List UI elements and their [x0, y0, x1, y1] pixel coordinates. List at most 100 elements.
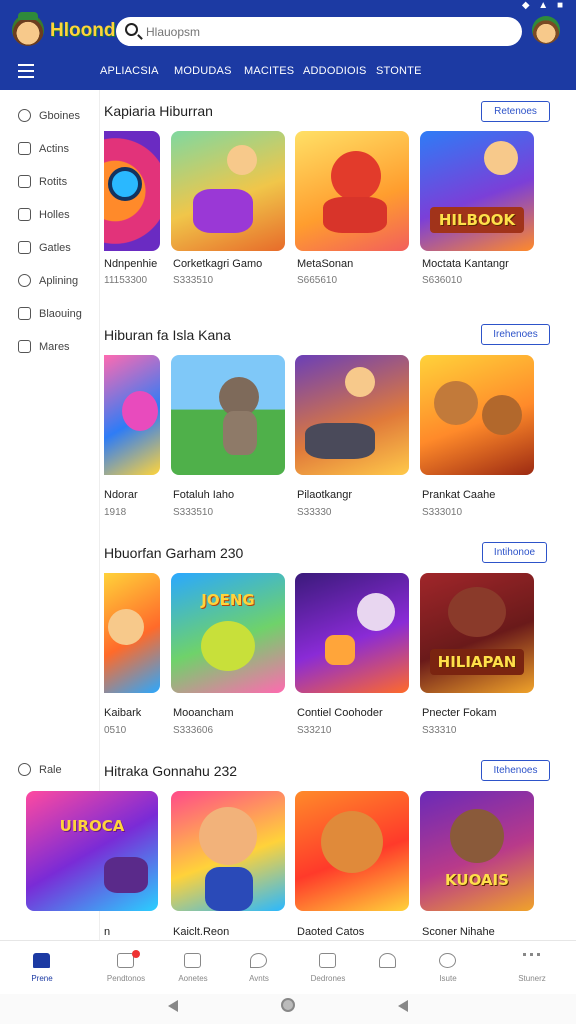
game-banner-text: HILIAPAN — [430, 649, 524, 675]
home-icon — [33, 953, 50, 968]
nav-dedrones[interactable]: Dedrones — [298, 947, 358, 991]
tab-stonte[interactable]: STONTE — [376, 65, 422, 77]
game-thumbnail[interactable] — [104, 355, 160, 475]
game-thumbnail[interactable]: KUOAIS — [420, 791, 534, 911]
section-title: Kapiaria Hiburran — [104, 103, 213, 119]
sidebar-item-label: Holles — [39, 209, 70, 221]
game-title[interactable]: n — [104, 926, 110, 938]
settings-icon — [18, 340, 31, 353]
back-icon[interactable] — [168, 1000, 178, 1012]
game-thumbnail[interactable]: UIROCA — [26, 791, 158, 911]
game-title[interactable]: Fotaluh Iaho — [173, 489, 234, 501]
see-all-button[interactable]: Retenoes — [481, 101, 550, 122]
section-title: Hitraka Gonnahu 232 — [104, 763, 238, 779]
smile-icon — [18, 274, 31, 287]
nav-aonetes[interactable]: Aonetes — [163, 947, 223, 991]
menu-icon[interactable] — [18, 64, 34, 78]
see-all-button[interactable]: Irehenoes — [481, 324, 550, 345]
game-title[interactable]: Ndorar — [104, 489, 138, 501]
pin-icon — [250, 953, 267, 968]
game-title[interactable]: Sconer Nihahe — [422, 926, 495, 938]
chat-icon — [18, 142, 31, 155]
app-header: Hloonde — [0, 12, 576, 54]
game-title[interactable]: Moctata Kantangr — [422, 258, 509, 270]
game-thumbnail[interactable] — [171, 355, 285, 475]
game-thumbnail[interactable]: HILBOOK — [420, 131, 534, 251]
info-icon — [439, 953, 456, 968]
sidebar-item-label: Rale — [39, 764, 62, 776]
tab-macites[interactable]: MACITES — [244, 65, 294, 77]
nav-alerts[interactable] — [358, 947, 418, 991]
game-thumbnail[interactable] — [420, 355, 534, 475]
game-title[interactable]: MetaSonan — [297, 258, 353, 270]
nav-pendtonos[interactable]: Pendtonos — [96, 947, 156, 991]
search-bar[interactable] — [116, 17, 522, 46]
see-all-button[interactable]: Itehenoes — [481, 760, 550, 781]
game-thumbnail[interactable] — [295, 131, 409, 251]
sidebar-item-mares[interactable]: Mares — [18, 339, 98, 359]
game-meta: S33310 — [422, 725, 457, 736]
game-title[interactable]: Corketkagri Gamo — [173, 258, 262, 270]
game-title[interactable]: Kaibark — [104, 707, 141, 719]
game-meta: S665610 — [297, 275, 338, 286]
game-title[interactable]: Mooancham — [173, 707, 234, 719]
game-title[interactable]: Contiel Coohoder — [297, 707, 383, 719]
notification-badge — [132, 950, 140, 958]
sidebar-item-holles[interactable]: Holles — [18, 207, 98, 227]
search-icon — [18, 763, 31, 776]
game-meta: S33330 — [297, 507, 332, 518]
nav-label: Avnts — [249, 974, 269, 983]
nav-home[interactable]: Prene — [12, 947, 72, 991]
home-button-icon[interactable] — [281, 998, 295, 1012]
tab-addodiois[interactable]: ADDODIOIS — [303, 65, 367, 77]
sidebar-item-label: Rotits — [39, 176, 68, 188]
game-thumbnail[interactable] — [104, 573, 160, 693]
game-title[interactable]: Pnecter Fokam — [422, 707, 497, 719]
nav-label: Isute — [439, 974, 457, 983]
tab-apliacsia[interactable]: APLIACSIA — [100, 65, 159, 77]
sidebar-item-rale[interactable]: Rale — [18, 762, 98, 782]
game-thumbnail[interactable]: JOENG — [171, 573, 285, 693]
game-title[interactable]: Prankat Caahe — [422, 489, 495, 501]
game-meta: S333606 — [173, 725, 214, 736]
category-nav: APLIACSIA MODUDAS MACITES ADDODIOIS STON… — [0, 54, 576, 90]
nav-isute[interactable]: Isute — [418, 947, 478, 991]
game-thumbnail[interactable] — [171, 791, 285, 911]
bell-icon — [379, 953, 396, 968]
game-meta: S333510 — [173, 507, 214, 518]
sidebar-item-blaouing[interactable]: Blaouing — [18, 306, 98, 326]
card-icon — [18, 241, 31, 254]
sidebar-item-gboines[interactable]: Gboines — [18, 108, 98, 128]
game-thumbnail[interactable] — [295, 355, 409, 475]
status-icons: ◆ ▲ ■ — [521, 0, 566, 11]
game-title[interactable]: Daoted Catos — [297, 926, 364, 938]
see-all-button[interactable]: Intihonoe — [482, 542, 547, 563]
game-thumbnail[interactable] — [295, 573, 409, 693]
nav-label: Stunerz — [518, 974, 546, 983]
sidebar-item-actins[interactable]: Actins — [18, 141, 98, 161]
sidebar-item-gatles[interactable]: Gatles — [18, 240, 98, 260]
app-logo-text: Hloonde — [50, 20, 126, 41]
game-meta: 0510 — [104, 725, 127, 736]
game-thumbnail[interactable] — [295, 791, 409, 911]
sidebar-item-label: Blaouing — [39, 308, 82, 320]
game-thumbnail[interactable] — [104, 131, 160, 251]
game-thumbnail[interactable] — [171, 131, 285, 251]
sidebar-item-aplining[interactable]: Aplining — [18, 273, 98, 293]
recent-apps-icon[interactable] — [398, 1000, 408, 1012]
tab-modudas[interactable]: MODUDAS — [174, 65, 232, 77]
sidebar-item-rotits[interactable]: Rotits — [18, 174, 98, 194]
search-input[interactable] — [146, 21, 506, 42]
nav-avnts[interactable]: Avnts — [229, 947, 289, 991]
nav-stunerz[interactable]: Stunerz — [502, 947, 562, 991]
game-title[interactable]: Ndnpenhie — [104, 258, 157, 270]
status-bar: ◆ ▲ ■ — [0, 0, 576, 12]
game-title[interactable]: Kaiclt.Reon — [173, 926, 229, 938]
calendar-icon — [184, 953, 201, 968]
nav-label: Prene — [31, 974, 53, 983]
game-title[interactable]: Pilaotkangr — [297, 489, 352, 501]
game-thumbnail[interactable]: HILIAPAN — [420, 573, 534, 693]
nav-label: Aonetes — [178, 974, 208, 983]
system-nav-bar — [0, 994, 576, 1024]
avatar[interactable] — [532, 16, 560, 44]
